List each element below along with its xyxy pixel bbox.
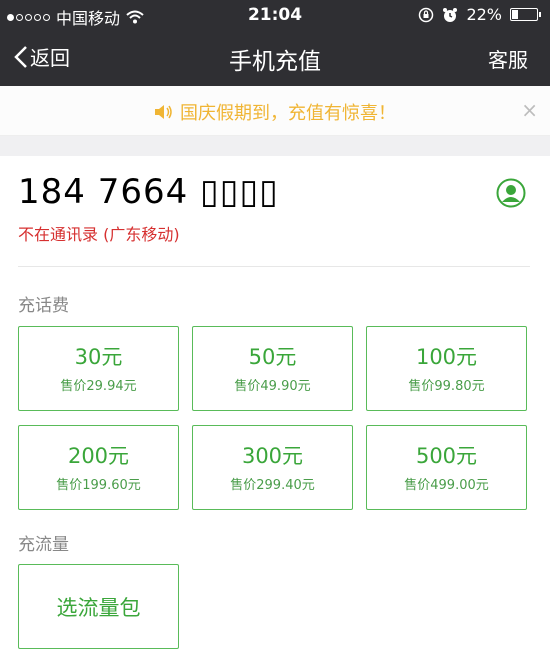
promo-notice: 国庆假期到，充值有惊喜！ × — [0, 86, 550, 136]
option-amount: 50元 — [248, 345, 297, 369]
battery-percent: 22% — [466, 5, 502, 24]
option-amount: 100元 — [415, 345, 478, 369]
battery-fill — [512, 10, 518, 19]
phone-carrier-note: 不在通讯录 (广东移动) — [18, 225, 180, 244]
recharge-section-title: 充话费 — [18, 296, 69, 316]
section-divider — [0, 136, 550, 156]
recharge-option-100[interactable]: 100元 售价99.80元 — [366, 326, 527, 411]
close-notice-button[interactable]: × — [521, 98, 538, 122]
customer-service-button[interactable]: 客服 — [488, 44, 528, 73]
battery-icon — [510, 8, 541, 21]
recharge-options-grid: 30元 售价29.94元 50元 售价49.90元 100元 售价99.80元 … — [18, 326, 528, 510]
option-price: 售价199.60元 — [56, 478, 141, 493]
notice-content: 国庆假期到，充值有惊喜！ — [0, 99, 550, 125]
phone-number-input[interactable]: 184 7664 ▯▯▯▯ — [18, 172, 530, 212]
option-amount: 200元 — [67, 444, 130, 468]
recharge-option-500[interactable]: 500元 售价499.00元 — [366, 425, 527, 510]
recharge-option-300[interactable]: 300元 售价299.40元 — [192, 425, 353, 510]
phone-number-section: 184 7664 ▯▯▯▯ 不在通讯录 (广东移动) — [18, 172, 530, 267]
recharge-option-50[interactable]: 50元 售价49.90元 — [192, 326, 353, 411]
option-price: 售价99.80元 — [408, 379, 485, 394]
option-price: 售价499.00元 — [404, 478, 489, 493]
recharge-option-30[interactable]: 30元 售价29.94元 — [18, 326, 179, 411]
contact-person-icon[interactable] — [496, 178, 526, 208]
option-amount: 500元 — [415, 444, 478, 468]
alarm-icon — [443, 7, 458, 22]
option-amount: 30元 — [74, 345, 123, 369]
select-data-package-button[interactable]: 选流量包 — [18, 564, 179, 649]
speaker-icon — [155, 105, 172, 119]
option-amount: 300元 — [241, 444, 304, 468]
option-price: 售价49.90元 — [234, 379, 311, 394]
data-section-title: 充流量 — [18, 535, 69, 555]
rotation-lock-icon — [419, 7, 434, 22]
recharge-option-200[interactable]: 200元 售价199.60元 — [18, 425, 179, 510]
status-bar: 中国移动 21:04 22% — [0, 0, 550, 30]
status-right: 22% — [418, 5, 541, 24]
nav-bar: 返回 手机充值 客服 — [0, 30, 550, 86]
page-title: 手机充值 — [229, 49, 321, 75]
option-price: 售价29.94元 — [60, 379, 137, 394]
notice-text: 国庆假期到，充值有惊喜！ — [180, 103, 396, 124]
option-price: 售价299.40元 — [230, 478, 315, 493]
